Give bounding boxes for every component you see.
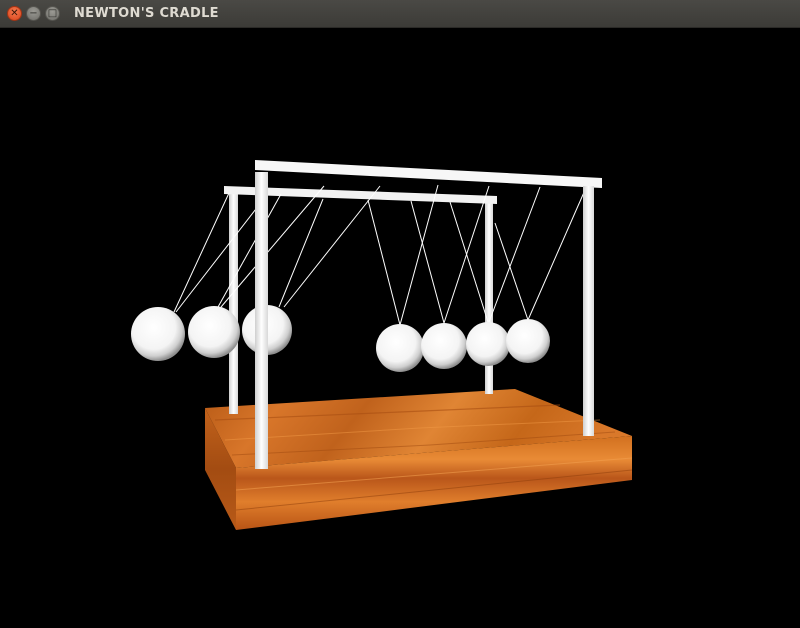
wooden-base: [205, 389, 633, 530]
window-title: NEWTON'S CRADLE: [74, 6, 219, 21]
pendulum-ball: [466, 322, 510, 366]
window-controls: ✕ − □: [7, 6, 60, 22]
minimize-icon[interactable]: −: [26, 6, 41, 21]
maximize-icon[interactable]: □: [45, 6, 60, 21]
pendulum-ball: [376, 324, 424, 372]
render-canvas[interactable]: [0, 28, 800, 628]
newtons-cradle-scene: [131, 160, 633, 530]
pendulum-ball: [131, 307, 185, 361]
title-bar[interactable]: ✕ − □ NEWTON'S CRADLE: [0, 0, 800, 28]
pendulum-ball: [188, 306, 240, 358]
close-icon[interactable]: ✕: [7, 6, 22, 21]
pendulum-ball: [506, 319, 550, 363]
pendulum-ball: [421, 323, 467, 369]
app-window: ✕ − □ NEWTON'S CRADLE: [0, 0, 800, 628]
